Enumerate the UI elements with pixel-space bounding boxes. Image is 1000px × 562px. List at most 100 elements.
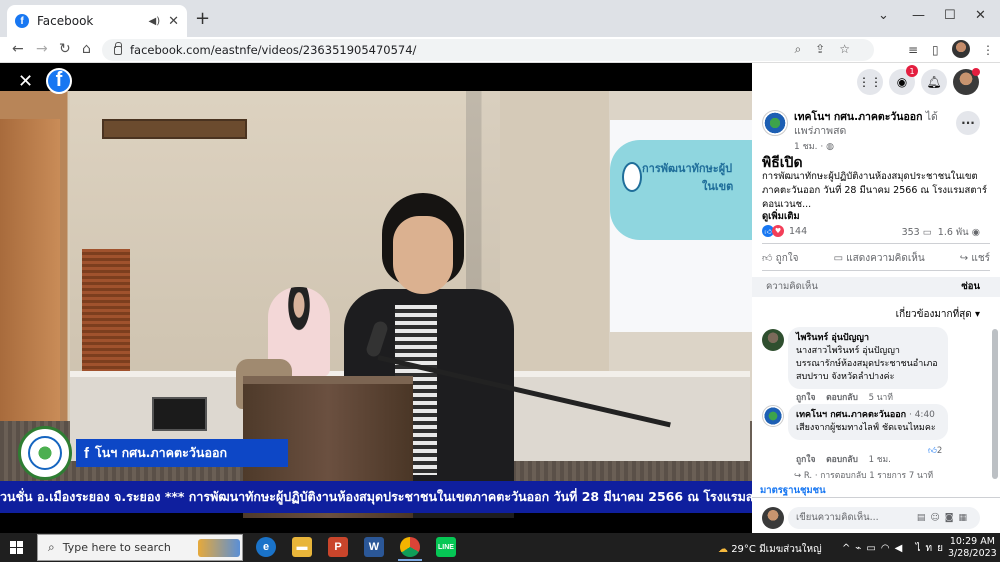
home-icon[interactable]: ⌂ [82, 41, 91, 57]
minimize-button[interactable]: — [912, 8, 925, 23]
lower-third-name: โนฯ กศน.ภาคตะวันออก [95, 445, 228, 460]
post-stats: 353 ▭ 1.6 พัน ◉ [902, 225, 980, 240]
address-bar-icons[interactable]: ⌕⇪☆ [794, 42, 864, 57]
system-tray[interactable]: ^⌁▭◠◀ ไทย [842, 541, 948, 556]
speaker-icon[interactable]: ◀) [149, 16, 161, 27]
comment-count[interactable]: 353 [902, 227, 920, 238]
comment-bubble: ไพรินทร์ อุ่นปัญญา นางสาวไพรินทร์ อุ่นปั… [788, 327, 948, 389]
close-video-icon[interactable]: ✕ [18, 71, 33, 92]
maximize-button[interactable]: ☐ [944, 8, 956, 23]
comment-input-placeholder: เขียนความคิดเห็น... [796, 512, 879, 523]
browser-toolbar: ← → ↻ ⌂ facebook.com/eastnfe/videos/2363… [0, 37, 1000, 63]
facebook-logo-icon[interactable]: f [46, 68, 72, 94]
video-player[interactable]: การพัฒนาทักษะผู้ป ในเขต ✕ f f โนฯ กศน.ภา… [0, 63, 752, 518]
reaction-summary[interactable]: 👍︎ ♥ 144 [762, 225, 807, 237]
notification-badge: 1 [906, 65, 918, 77]
input-language[interactable]: ไทย [916, 543, 948, 554]
weather-icon: ☁ [718, 544, 728, 555]
comment-author[interactable]: เทคโนฯ กศน.ภาคตะวันออก [796, 410, 906, 420]
forward-icon[interactable]: → [36, 41, 48, 57]
caret-down-icon: ▾ [974, 309, 980, 320]
weather-widget[interactable]: ☁ 29°C มีเมฆส่วนใหญ่ [718, 542, 822, 557]
comment-reply-button[interactable]: ตอบกลับ [826, 393, 858, 403]
hide-comments-button[interactable]: ซ่อน [961, 277, 980, 297]
lock-icon[interactable] [114, 41, 122, 55]
powerpoint-icon[interactable]: P [328, 537, 348, 557]
ticker-text: วนชั่น อ.เมืองระยอง จ.ระยอง *** การพัฒนา… [0, 489, 752, 504]
tab-facebook[interactable]: f Facebook ◀) ✕ [7, 5, 187, 37]
clock[interactable]: 10:29 AM 3/28/2023 [948, 536, 997, 560]
side-panel-icon[interactable]: ▯ [932, 43, 939, 57]
like-button[interactable]: 👍︎ ถูกใจ [762, 251, 799, 266]
temperature: 29°C [731, 544, 756, 555]
tab-strip: f Facebook ◀) ✕ + ⌄ — ☐ ✕ [0, 0, 1000, 37]
comment-meta: ถูกใจ ตอบกลับ 5 นาที [796, 390, 893, 404]
new-tab-button[interactable]: + [195, 10, 210, 28]
profile-avatar[interactable] [952, 40, 970, 58]
address-bar[interactable]: facebook.com/eastnfe/videos/236351905470… [102, 39, 874, 61]
view-replies-link[interactable]: ↪ R. · การตอบกลับ 1 รายการ 7 นาที [794, 468, 994, 482]
weather-description: มีเมฆส่วนใหญ่ [759, 544, 822, 555]
comment-button[interactable]: ▭ แสดงความคิดเห็น [834, 251, 925, 266]
post-header: เทคโนฯ กศน.ภาคตะวันออก ได้แพร่ภาพสด [794, 110, 954, 138]
back-icon[interactable]: ← [12, 41, 24, 57]
line-app-icon[interactable]: LINE [436, 537, 456, 557]
comments-scrollbar[interactable] [992, 329, 998, 479]
view-count: 1.6 พัน [937, 227, 969, 238]
facebook-icon: f [84, 444, 89, 462]
start-button[interactable] [10, 541, 23, 554]
tab-search-icon[interactable]: ⌄ [878, 8, 889, 23]
comment-reactions[interactable]: 👍︎2 [928, 446, 942, 456]
comment-sort-dropdown[interactable]: เกี่ยวข้องมากที่สุด ▾ [896, 307, 980, 322]
taskbar-search-placeholder: Type here to search [62, 541, 171, 554]
news-ticker: วนชั่น อ.เมืองระยอง จ.ระยอง *** การพัฒนา… [0, 481, 752, 513]
volume-icon: ◀ [894, 543, 908, 554]
comment-reply-button[interactable]: ตอบกลับ [826, 455, 858, 465]
taskbar: ⌕ Type here to search e ▬ P W LINE ☁ 29°… [0, 533, 1000, 562]
comment-like-button[interactable]: ถูกใจ [796, 393, 815, 403]
comment-time[interactable]: 1 ชม. [869, 455, 891, 465]
page-name-link[interactable]: เทคโนฯ กศน.ภาคตะวันออก [794, 111, 922, 123]
community-standards-link[interactable]: มาตรฐานชุมชน [760, 483, 826, 498]
comments-title: ความคิดเห็น [766, 281, 818, 292]
comment-icon: ▭ [922, 227, 932, 238]
close-window-button[interactable]: ✕ [975, 8, 986, 23]
menu-grid-icon[interactable]: ⋮⋮ [857, 69, 883, 95]
messenger-icon[interactable]: ◉ 1 [889, 65, 918, 95]
comment-meta: ถูกใจ ตอบกลับ 1 ชม. [796, 452, 891, 466]
comment-input-icons[interactable]: ▤☺◙▦ [917, 507, 972, 529]
commenter-avatar[interactable] [762, 329, 784, 351]
comment-input[interactable]: เขียนความคิดเห็น... ▤☺◙▦ [788, 507, 980, 529]
close-tab-icon[interactable]: ✕ [168, 14, 179, 29]
commenter-avatar[interactable] [762, 405, 784, 427]
file-explorer-icon[interactable]: ▬ [292, 537, 312, 557]
reading-list-icon[interactable]: ≡ [908, 43, 918, 57]
projection-text-1: การพัฒนาทักษะผู้ป [642, 162, 733, 175]
news-widget-icon[interactable] [198, 539, 240, 557]
projection-screen: การพัฒนาทักษะผู้ป ในเขต [610, 120, 752, 332]
network-icon: ⌁ [855, 543, 867, 554]
see-more-link[interactable]: ดูเพิ่มเติม [762, 209, 800, 224]
facebook-favicon-icon: f [15, 14, 29, 28]
globe-icon: ◍ [826, 142, 834, 152]
comment-time[interactable]: 5 นาที [869, 393, 893, 403]
comment-like-button[interactable]: ถูกใจ [796, 455, 815, 465]
edge-icon[interactable]: e [256, 537, 276, 557]
comment-author[interactable]: ไพรินทร์ อุ่นปัญญา [796, 333, 869, 343]
chrome-icon[interactable] [400, 537, 420, 557]
account-avatar[interactable] [953, 68, 980, 95]
word-icon[interactable]: W [364, 537, 384, 557]
bell-icon[interactable]: 🔔︎ [921, 69, 947, 95]
video-frame: การพัฒนาทักษะผู้ป ในเขต [0, 91, 752, 518]
share-button[interactable]: ↪ แชร์ [960, 251, 990, 266]
love-reaction-icon: ♥ [772, 225, 784, 237]
post-timestamp[interactable]: 1 ชม. · ◍ [794, 139, 834, 153]
more-options-button[interactable]: ··· [956, 111, 980, 135]
menu-icon[interactable]: ⋮ [982, 43, 994, 57]
screen: f Facebook ◀) ✕ + ⌄ — ☐ ✕ ← → ↻ ⌂ facebo… [0, 0, 1000, 562]
reload-icon[interactable]: ↻ [59, 41, 71, 57]
clock-time: 10:29 AM [949, 536, 995, 547]
comment-bubble: เทคโนฯ กศน.ภาคตะวันออก · 4:40 เสียงจากผู… [788, 404, 948, 440]
clock-date: 3/28/2023 [948, 548, 997, 559]
page-avatar[interactable] [762, 110, 788, 136]
